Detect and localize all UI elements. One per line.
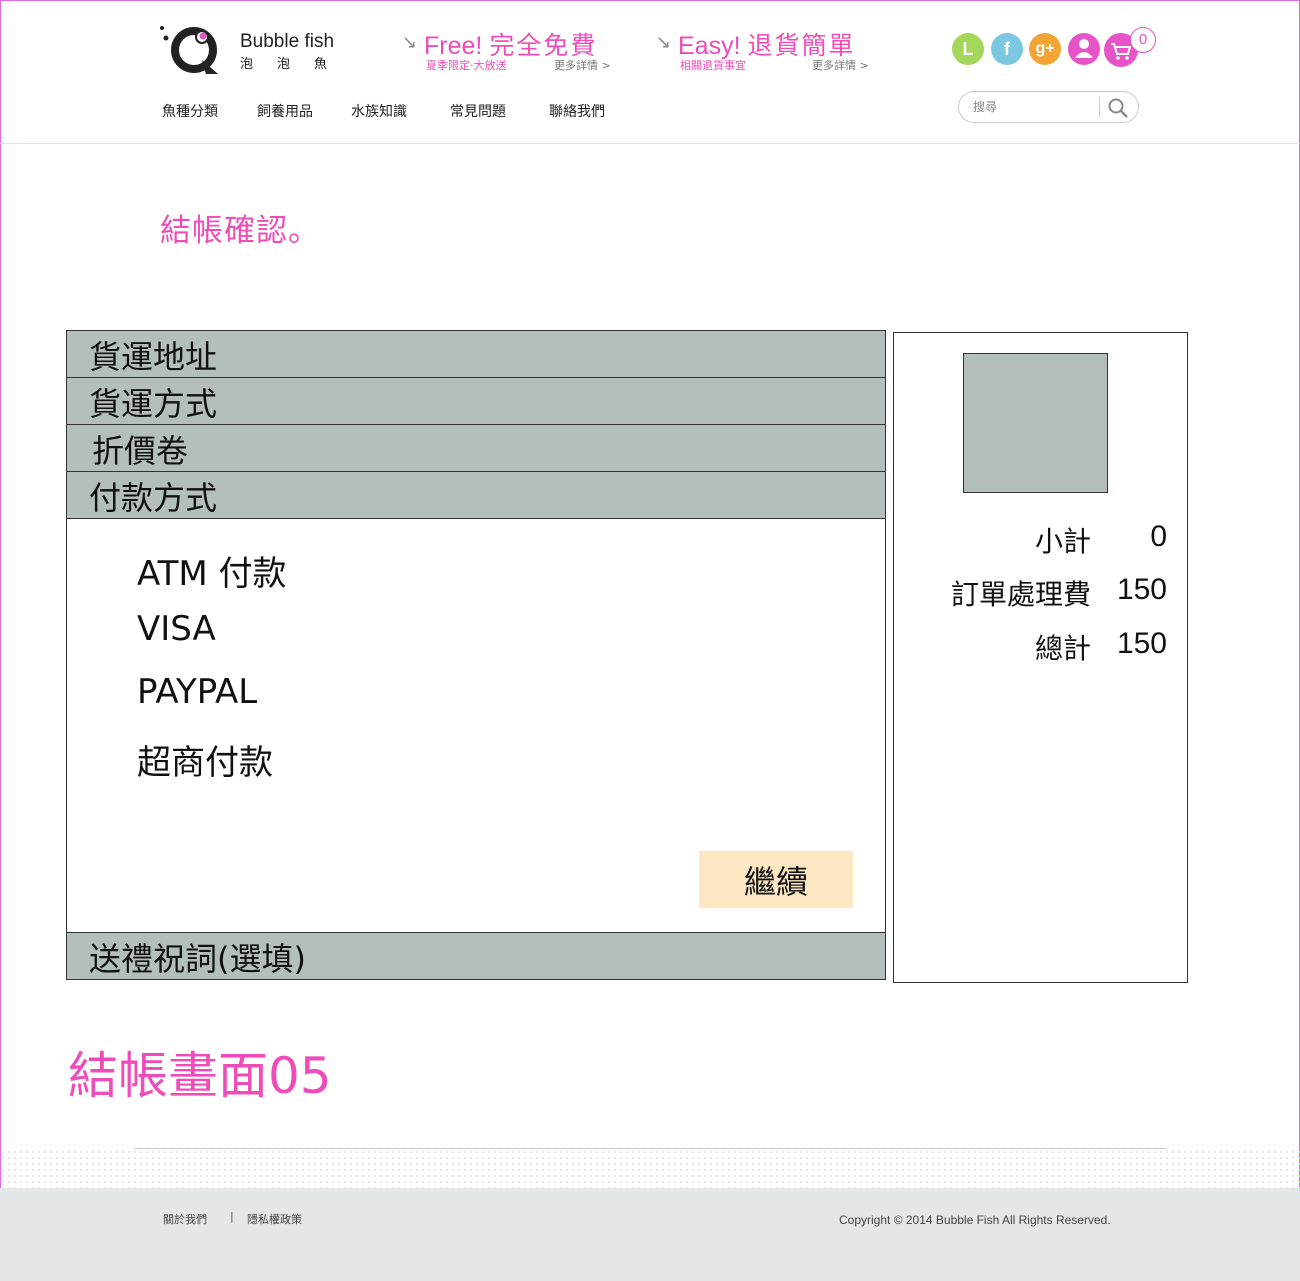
bubble-fish-logo-icon [160, 26, 218, 74]
site-header: Bubble fish 泡泡魚 ↘ Free! 完全免費 夏季限定‧大放送 更多… [0, 0, 1300, 144]
payment-option-atm[interactable]: ATM 付款 [137, 546, 287, 595]
page-title: 結帳確認。 [160, 213, 320, 249]
section-label: 送禮祝詞(選填) [89, 940, 306, 978]
search-input[interactable] [973, 97, 1093, 117]
promo-arrow-icon: ↘ [656, 32, 672, 53]
section-payment-method[interactable]: 付款方式 [67, 472, 885, 519]
order-summary: 小計 0 訂單處理費 150 總計 150 [893, 332, 1188, 983]
facebook-icon[interactable]: f [991, 33, 1023, 65]
fee-row: 訂單處理費 150 [894, 573, 1187, 613]
section-label: 貨運地址 [89, 338, 218, 376]
product-thumbnail [963, 353, 1108, 493]
brand-name-zh: 泡泡魚 [240, 57, 352, 72]
total-value: 150 [1116, 627, 1167, 660]
promo-more-link[interactable]: 更多詳情 > [812, 57, 869, 73]
fee-label: 訂單處理費 [950, 578, 1091, 611]
promo-headline-zh: 完全免費 [489, 32, 598, 60]
checkout-panel: 貨運地址 貨運方式 折價卷 付款方式 ATM 付款 VISA PAYPAL 超商… [66, 330, 886, 980]
promo-headline-en: Easy! [678, 32, 741, 60]
nav-item-aquarium-knowledge[interactable]: 水族知識 [351, 101, 407, 121]
subtotal-value: 0 [1150, 520, 1167, 553]
nav-item-fish-categories[interactable]: 魚種分類 [162, 101, 218, 121]
copyright: Copyright © 2014 Bubble Fish All Rights … [839, 1213, 1111, 1227]
payment-option-convenience-store[interactable]: 超商付款 [137, 735, 273, 784]
section-label: 付款方式 [89, 479, 218, 517]
promo-headline-en: Free! [424, 32, 483, 60]
promo-headline-zh: 退貨簡單 [747, 32, 856, 60]
promo-free[interactable]: ↘ Free! 完全免費 夏季限定‧大放送 更多詳情 > [402, 26, 622, 76]
footer-separator: | [230, 1210, 234, 1223]
footer-pattern [0, 1149, 1300, 1189]
section-label: 折價卷 [92, 432, 189, 470]
user-icon[interactable] [1068, 33, 1100, 65]
footer-link-about[interactable]: 關於我們 [163, 1211, 207, 1227]
promo-arrow-icon: ↘ [402, 32, 418, 53]
line-icon[interactable]: L [952, 33, 984, 65]
search-divider [1099, 97, 1100, 117]
continue-button[interactable]: 繼續 [699, 851, 853, 908]
google-plus-icon[interactable]: g+ [1029, 33, 1061, 65]
site-footer: 關於我們 | 隱私權政策 Copyright © 2014 Bubble Fis… [0, 1188, 1300, 1281]
footer-link-privacy[interactable]: 隱私權政策 [247, 1211, 302, 1227]
section-gift-message[interactable]: 送禮祝詞(選填) [67, 932, 885, 979]
promo-easy[interactable]: ↘ Easy! 退貨簡單 相關退貨事宜 更多詳情 > [656, 26, 886, 76]
section-shipping-method[interactable]: 貨運方式 [67, 378, 885, 425]
promo-more-link[interactable]: 更多詳情 > [554, 57, 611, 73]
brand-name-en: Bubble fish [240, 31, 335, 52]
search-box [958, 91, 1139, 123]
payment-option-visa[interactable]: VISA [137, 609, 216, 649]
promo-subtext: 夏季限定‧大放送 [426, 59, 507, 72]
subtotal-label: 小計 [1034, 525, 1091, 558]
nav-item-supplies[interactable]: 飼養用品 [257, 101, 313, 121]
subtotal-row: 小計 0 [894, 520, 1187, 560]
fee-value: 150 [1116, 573, 1167, 606]
user-glyph [1075, 39, 1093, 58]
promo-subtext: 相關退貨事宜 [680, 59, 746, 72]
section-coupon[interactable]: 折價卷 [67, 425, 885, 472]
total-label: 總計 [1034, 632, 1091, 665]
nav-item-contact[interactable]: 聯絡我們 [549, 101, 605, 121]
cart-count-badge: 0 [1130, 27, 1156, 53]
section-shipping-address[interactable]: 貨運地址 [67, 331, 885, 378]
logo[interactable]: Bubble fish 泡泡魚 [158, 20, 348, 80]
payment-option-paypal[interactable]: PAYPAL [137, 672, 257, 712]
screen-label: 結帳畫面05 [68, 1047, 332, 1105]
total-row: 總計 150 [894, 627, 1187, 667]
nav-item-faq[interactable]: 常見問題 [450, 101, 506, 121]
section-label: 貨運方式 [89, 385, 218, 423]
search-icon[interactable] [1105, 96, 1131, 120]
